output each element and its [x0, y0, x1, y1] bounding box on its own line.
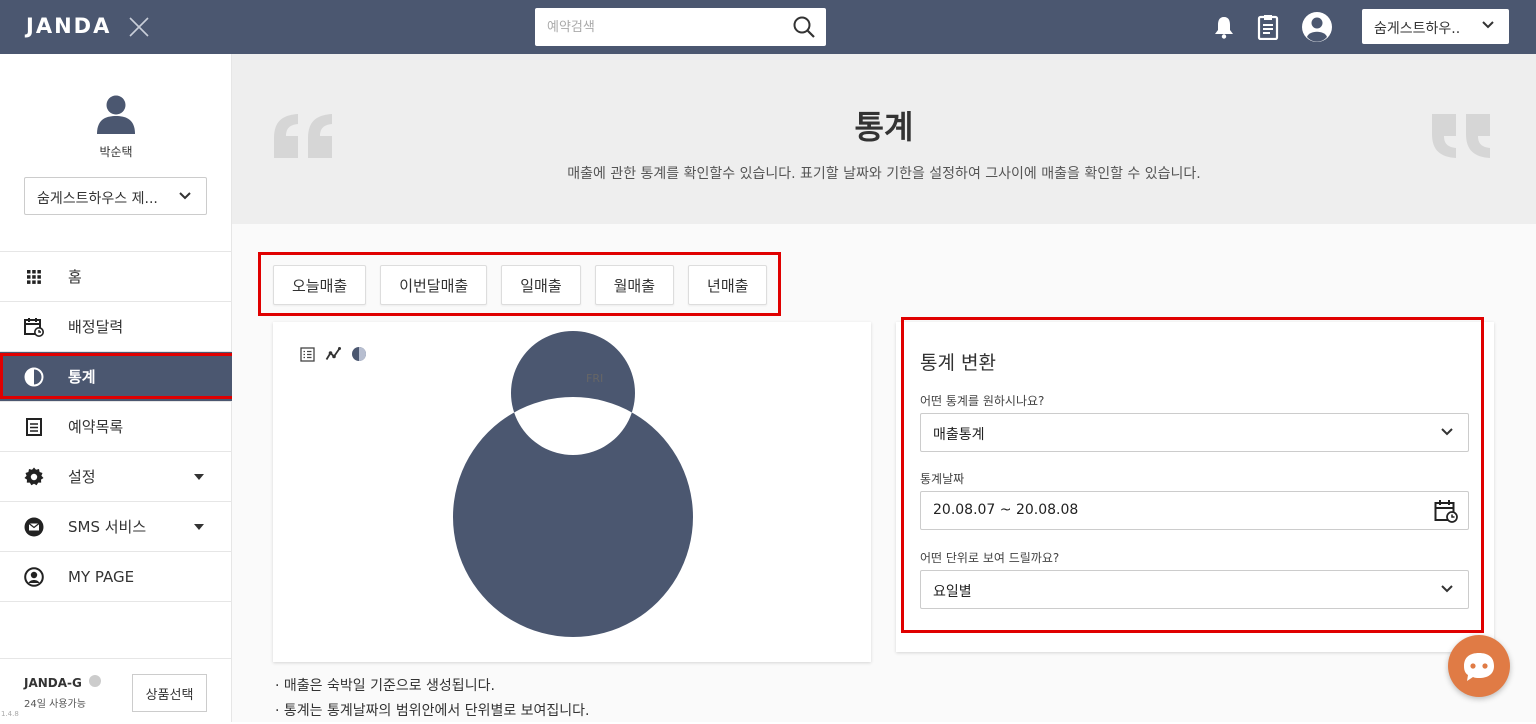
sidebar-item-settings[interactable]: 설정 — [0, 452, 232, 502]
clipboard-icon[interactable] — [1257, 14, 1279, 40]
logo[interactable]: JANDA — [26, 14, 111, 38]
sidebar-item-sms[interactable]: SMS 서비스 — [0, 502, 232, 552]
bell-icon[interactable] — [1213, 15, 1235, 39]
username: 박순택 — [99, 145, 133, 159]
select-plan-button[interactable]: 상품선택 — [132, 674, 207, 712]
page-title: 통계 — [854, 108, 914, 146]
store-select[interactable]: 숨게스트하우.. — [1362, 9, 1509, 44]
sidebar-store-label: 숨게스트하우스 제... — [37, 191, 158, 207]
sidebar-item-label: 설정 — [68, 468, 96, 486]
version-label: 1.4.8 — [1, 710, 19, 718]
mail-icon — [24, 517, 44, 536]
sidebar-item-label: SMS 서비스 — [68, 518, 147, 536]
caret-down-icon — [194, 474, 204, 480]
sidebar-nav: 홈 배정달력 통계 예약목록 설정 SMS 서비스 MY PAGE — [0, 251, 232, 602]
search-box — [535, 8, 826, 46]
sidebar-item-label: 예약목록 — [68, 418, 124, 436]
chat-icon — [1464, 653, 1494, 681]
sidebar-store-select[interactable]: 숨게스트하우스 제... — [24, 177, 207, 215]
legend-label: FRI — [586, 372, 603, 385]
search-icon[interactable] — [792, 15, 816, 39]
note-item: · 매출은 숙박일 기준으로 생성됩니다. — [275, 678, 495, 694]
store-select-label: 숨게스트하우.. — [1374, 21, 1461, 37]
sidebar-item-label: MY PAGE — [68, 567, 135, 586]
chevron-down-icon — [1482, 21, 1494, 29]
legend-swatch — [541, 373, 579, 383]
sidebar-item-home[interactable]: 홈 — [0, 252, 232, 302]
plan-footer: JANDA-G 24일 사용가능 상품선택 — [0, 658, 232, 722]
account-icon[interactable] — [1301, 11, 1333, 43]
sidebar-item-label: 홈 — [68, 268, 82, 286]
plan-days: 24일 사용가능 — [24, 699, 86, 710]
avatar — [97, 95, 135, 134]
notes: · 매출은 숙박일 기준으로 생성됩니다. · 통계는 통계날짜의 범위안에서 … — [275, 674, 590, 724]
plan-name: JANDA-G — [24, 676, 82, 690]
sidebar-item-calendar[interactable]: 배정달력 — [0, 302, 232, 352]
sidebar-item-mypage[interactable]: MY PAGE — [0, 552, 232, 602]
highlight-box — [901, 317, 1484, 633]
donut-chart: FRI — [452, 330, 693, 637]
search-input[interactable] — [535, 8, 775, 46]
list-icon — [26, 417, 42, 436]
chart-card: FRI — [273, 322, 871, 662]
close-quote-icon — [1432, 114, 1490, 158]
user-circle-icon — [24, 566, 44, 587]
main-content: 통계 매출에 관한 통계를 확인할수 있습니다. 표기할 날짜와 기한을 설정하… — [232, 54, 1536, 722]
caret-down-icon — [194, 524, 204, 530]
highlight-box — [0, 353, 237, 399]
top-bar: JANDA 숨게스트하우.. — [0, 0, 1536, 54]
chevron-down-icon — [179, 192, 191, 200]
gear-icon — [24, 467, 44, 485]
note-item: · 통계는 통계날짜의 범위안에서 단위별로 보여집니다. — [275, 703, 590, 719]
highlight-box — [258, 252, 781, 316]
info-icon[interactable] — [89, 675, 101, 687]
grid-icon — [27, 269, 41, 284]
chat-button[interactable] — [1448, 635, 1510, 697]
close-icon[interactable] — [128, 16, 150, 38]
sidebar-item-reservations[interactable]: 예약목록 — [0, 402, 232, 452]
page-header: 통계 매출에 관한 통계를 확인할수 있습니다. 표기할 날짜와 기한을 설정하… — [232, 54, 1536, 224]
sidebar-item-label: 배정달력 — [68, 318, 124, 336]
calendar-clock-icon — [24, 317, 44, 337]
page-description: 매출에 관한 통계를 확인할수 있습니다. 표기할 날짜와 기한을 설정하여 그… — [567, 166, 1201, 182]
